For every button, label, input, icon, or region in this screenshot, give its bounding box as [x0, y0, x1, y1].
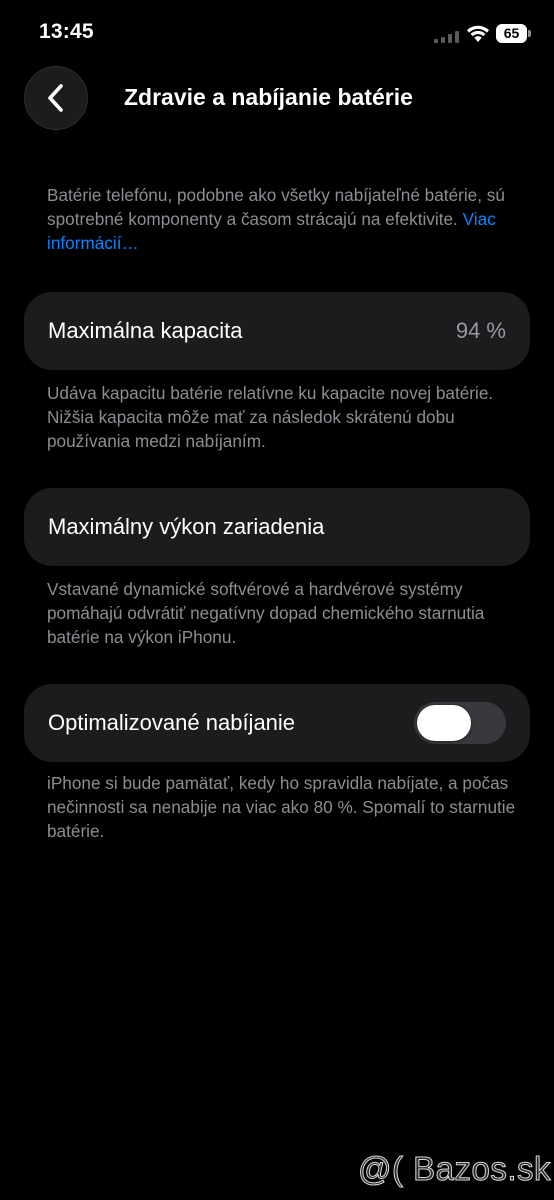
intro-text: Batérie telefónu, podobne ako všetky nab…	[47, 183, 517, 255]
wifi-icon	[467, 25, 489, 42]
battery-tip	[528, 30, 531, 37]
max-capacity-label: Maximálna kapacita	[48, 318, 243, 343]
battery-level: 65	[496, 24, 527, 43]
optimized-charging-note: iPhone si bude pamätať, kedy ho spravidl…	[47, 773, 516, 841]
optimized-charging-toggle[interactable]	[414, 702, 506, 744]
page-title: Zdravie a nabíjanie batérie	[124, 84, 413, 110]
max-capacity-value: 94 %	[455, 318, 506, 343]
max-capacity-note: Udáva kapacitu batérie relatívne ku kapa…	[47, 383, 494, 451]
back-button[interactable]	[24, 66, 88, 130]
optimized-charging-label: Optimalizované nabíjanie	[48, 710, 296, 735]
peak-performance-label: Maximálny výkon zariadenia	[48, 514, 325, 539]
cellular-signal-icon	[434, 31, 459, 43]
watermark: @( Bazos.sk	[357, 1150, 552, 1188]
peak-performance-note: Vstavané dynamické softvérové a hardvéro…	[47, 579, 485, 647]
status-bar: 13:45 65	[0, 0, 554, 70]
status-time: 13:45	[39, 20, 94, 43]
chevron-left-icon	[48, 84, 63, 112]
max-capacity-cell: Maximálna kapacita 94 %	[24, 292, 530, 370]
intro-description: Batérie telefónu, podobne ako všetky nab…	[47, 185, 505, 229]
optimized-charging-cell: Optimalizované nabíjanie	[24, 684, 530, 762]
battery-icon: 65	[496, 24, 532, 43]
peak-performance-cell: Maximálny výkon zariadenia	[24, 488, 530, 566]
toggle-knob	[417, 705, 471, 741]
